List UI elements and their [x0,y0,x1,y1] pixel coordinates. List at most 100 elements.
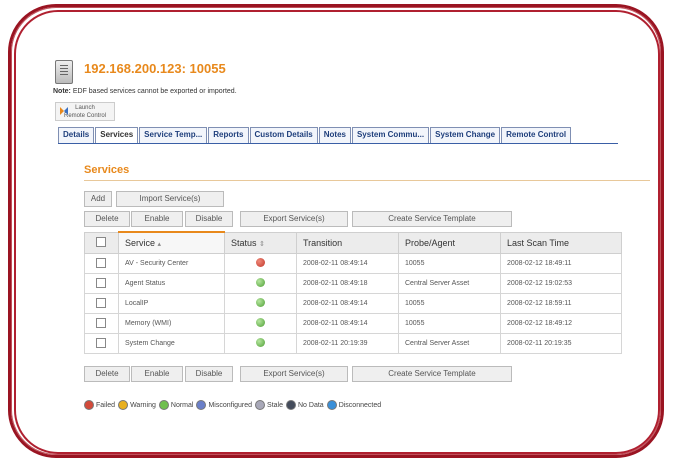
note-text: Note: EDF based services cannot be expor… [53,88,237,95]
service-link[interactable]: System Change [118,333,225,354]
row-checkbox[interactable] [96,277,106,288]
transition-cell: 2008-02-11 08:49:14 [296,313,399,334]
tab-remote-control[interactable]: Remote Control [501,127,572,143]
add-button[interactable]: Add [84,191,112,207]
row-select-cell [84,333,119,354]
services-table: Service ▴ Status ⇕ Transition Probe/Agen… [84,231,622,354]
row-select-cell [84,273,119,294]
last-scan-cell: 2008-02-11 20:19:35 [500,333,622,354]
table-row: Memory (WMI) 2008-02-11 08:49:14 10055 2… [84,313,622,334]
status-cell [224,273,297,294]
enable-button-bottom[interactable]: Enable [131,366,183,382]
table-row: System Change 2008-02-11 20:19:39 Centra… [84,333,622,354]
sort-icon: ⇕ [259,240,265,248]
tab-bar: Details Services Service Temp... Reports… [58,127,618,144]
row-select-cell [84,253,119,274]
disconnected-icon [326,400,337,410]
legend-label: Normal [170,401,194,409]
status-column-header[interactable]: Status ⇕ [224,231,297,254]
row-checkbox[interactable] [96,337,106,348]
misconfigured-icon [196,400,207,410]
status-header-label: Status [231,237,257,248]
service-link[interactable]: AV - Security Center [118,253,225,274]
delete-button-top[interactable]: Delete [84,211,130,227]
service-header-label: Service [125,238,156,248]
launch-remote-control-button[interactable]: Launch Remote Control [55,102,115,121]
delete-button-bottom[interactable]: Delete [84,366,130,382]
last-scan-cell: 2008-02-12 18:49:11 [500,253,622,274]
service-link[interactable]: LocalIP [118,293,225,314]
last-scan-cell: 2008-02-12 18:59:11 [500,293,622,314]
create-service-template-button-top[interactable]: Create Service Template [352,211,512,227]
probe-cell: 10055 [398,253,501,274]
normal-icon [158,400,169,410]
service-link[interactable]: Agent Status [118,273,225,294]
tab-details[interactable]: Details [58,127,95,143]
page-content: 192.168.200.123: 10055 Note: EDF based s… [0,0,680,464]
probe-cell: 10055 [398,313,501,334]
tab-service-templates[interactable]: Service Temp... [139,127,208,143]
status-cell [224,293,297,314]
row-checkbox[interactable] [96,317,106,328]
legend-item-disconnected: Disconnected [326,400,382,410]
service-link[interactable]: Memory (WMI) [118,313,225,334]
tab-custom-details[interactable]: Custom Details [249,127,318,143]
last-scan-column-header[interactable]: Last Scan Time [500,231,622,254]
legend-label: Disconnected [338,401,382,409]
status-cell [224,333,297,354]
transition-cell: 2008-02-11 20:19:39 [296,333,399,354]
stale-icon [255,400,266,410]
remote-control-icon [60,107,68,115]
sort-ascending-icon: ▴ [157,241,162,248]
device-icon [55,60,73,84]
disable-button-bottom[interactable]: Disable [185,366,233,382]
normal-status-icon [255,338,265,347]
import-services-button[interactable]: Import Service(s) [116,191,224,207]
probe-cell: Central Server Asset [398,273,501,294]
enable-button-top[interactable]: Enable [131,211,183,227]
no-data-icon [286,400,296,410]
normal-status-icon [255,298,265,307]
legend-label: Failed [96,401,116,409]
legend-label: No Data [298,401,324,409]
table-header-row: Service ▴ Status ⇕ Transition Probe/Agen… [84,231,622,254]
tab-system-communication[interactable]: System Commu... [351,127,430,143]
status-legend: Failed Warning Normal Misconfigured Stal… [84,400,384,410]
table-row: AV - Security Center 2008-02-11 08:49:14… [84,253,622,274]
legend-label: Misconfigured [208,401,253,409]
transition-cell: 2008-02-11 08:49:14 [296,293,399,314]
transition-column-header[interactable]: Transition [296,231,399,254]
service-column-header[interactable]: Service ▴ [118,231,225,254]
table-row: LocalIP 2008-02-11 08:49:14 10055 2008-0… [84,293,622,314]
normal-status-icon [255,278,265,287]
tab-notes[interactable]: Notes [318,127,351,143]
probe-agent-column-header[interactable]: Probe/Agent [398,231,501,254]
probe-cell: Central Server Asset [398,333,501,354]
tab-reports[interactable]: Reports [208,127,249,143]
normal-status-icon [255,318,265,327]
select-all-header [84,231,119,254]
export-services-button-bottom[interactable]: Export Service(s) [240,366,348,382]
legend-item-failed: Failed [84,400,115,410]
legend-label: Stale [267,401,283,409]
create-service-template-button-bottom[interactable]: Create Service Template [352,366,512,382]
tab-services[interactable]: Services [95,127,139,143]
legend-item-no-data: No Data [286,400,324,410]
status-cell [224,253,297,274]
select-all-checkbox[interactable] [96,236,106,247]
row-checkbox[interactable] [96,257,106,268]
note-message: EDF based services cannot be exported or… [72,88,237,95]
legend-item-misconfigured: Misconfigured [196,400,252,410]
device-title: 192.168.200.123: 10055 [84,61,226,76]
export-services-button-top[interactable]: Export Service(s) [240,211,348,227]
tab-system-change[interactable]: System Change [430,127,501,143]
disable-button-top[interactable]: Disable [185,211,233,227]
status-cell [224,313,297,334]
legend-item-stale: Stale [255,400,283,410]
section-title: Services [84,164,130,176]
failed-icon [84,400,94,410]
transition-cell: 2008-02-11 08:49:14 [296,253,399,274]
note-label: Note: [53,88,71,95]
warning-icon [118,400,129,410]
row-checkbox[interactable] [96,297,106,308]
